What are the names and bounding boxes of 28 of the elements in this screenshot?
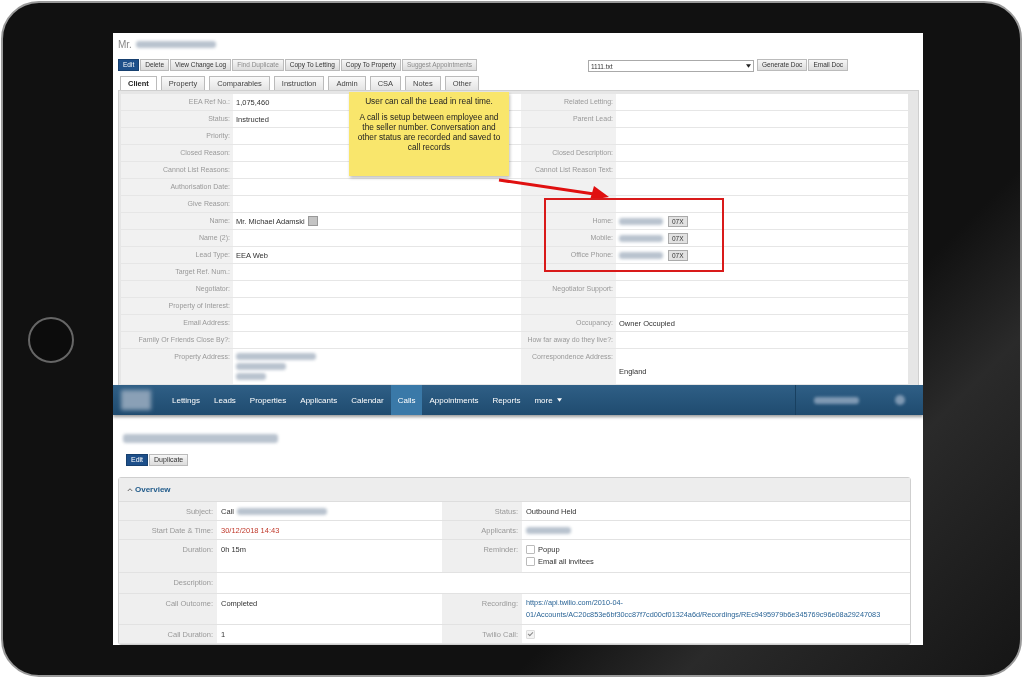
blurred-text [236, 363, 286, 370]
home-button[interactable] [28, 316, 74, 363]
blurred-text [619, 251, 663, 259]
blurred-text [814, 396, 859, 404]
caret-icon [745, 64, 751, 68]
record-title: Mr. [118, 38, 132, 50]
nav-item[interactable]: Appointments [422, 385, 486, 415]
nav-item[interactable]: Leads [207, 385, 243, 415]
blurred-icon [895, 395, 905, 405]
nav-item[interactable]: Lettings [165, 385, 208, 415]
logo[interactable] [121, 390, 151, 410]
nav-item[interactable]: Reports [485, 385, 528, 415]
blurred-text [526, 527, 571, 534]
blurred-text [236, 373, 266, 380]
checkbox[interactable] [526, 557, 535, 566]
nav-item[interactable]: Properties [242, 385, 294, 415]
checkbox[interactable] [526, 545, 535, 554]
nav-item[interactable]: Calendar [344, 385, 391, 415]
note-text: User can call the Lead in real time. [364, 96, 494, 106]
blurred-text [619, 234, 663, 242]
contact-card-icon[interactable] [307, 216, 318, 226]
note-text: A call is setup between employee and the seller number. Conversation and other status are recorded and saved to call records [357, 112, 501, 152]
more-menu[interactable]: more [527, 385, 557, 415]
section-toggle[interactable]: Overview [127, 485, 171, 494]
nav-item[interactable]: Applicants [293, 385, 345, 415]
nav-item[interactable]: Calls [390, 385, 423, 415]
caret-icon [556, 398, 562, 402]
blurred-text [619, 217, 663, 225]
